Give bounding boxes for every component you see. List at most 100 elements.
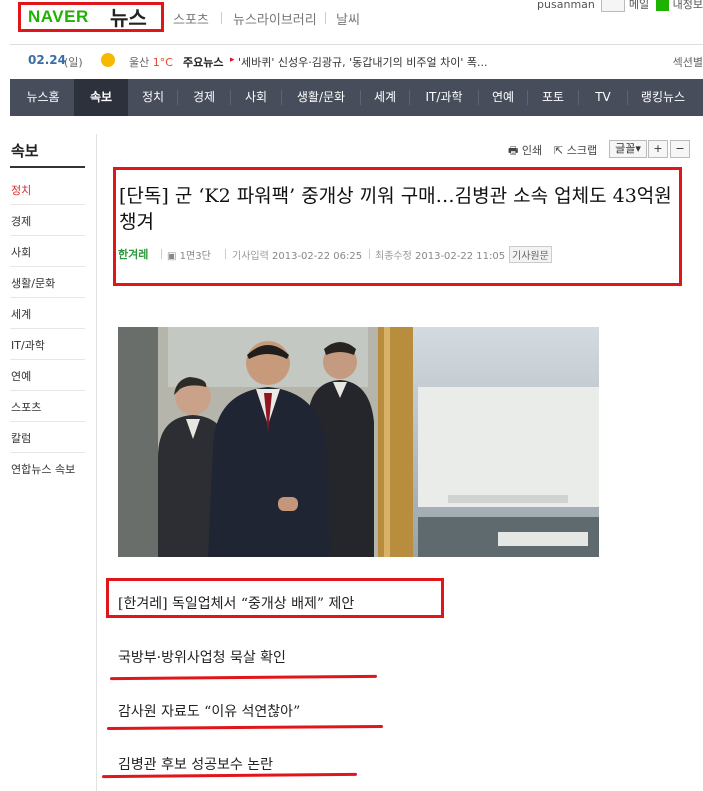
sidebar-title: 속보 [11,142,39,160]
meta-divider [369,249,370,259]
publisher-logo[interactable]: 한겨레 [118,246,148,262]
arrow-right-icon: ▸ [230,55,235,65]
font-select[interactable]: 글꼴▾ [609,140,647,158]
scrap-label: 스크랩 [566,144,598,157]
page-info: ▣ 1면3단 [167,247,211,262]
input-time-value: 2013-02-22 06:25 [272,251,363,262]
input-time: 기사입력 2013-02-22 06:25 [232,247,362,262]
topnav-weather[interactable]: 날씨 [336,9,360,28]
nav-news-home[interactable]: 뉴스홈 [12,79,74,116]
subhead-4: 김병관 후보 성공보수 논란 [118,757,274,773]
nav-divider [281,90,282,105]
sidebar-divider [10,297,85,298]
meta-divider [161,249,162,259]
original-article-button[interactable]: 기사원문 [509,246,552,263]
sidebar-item-society[interactable]: 사회 [11,244,86,260]
topnav-news-library[interactable]: 뉴스라이브러리 [233,9,317,28]
red-underline [109,674,378,681]
subhead-3: 감사원 자료도 “이유 석연찮아” [118,704,301,720]
scrap-icon: ⇱ [554,144,564,157]
day-of-week: (일) [64,56,83,69]
sidebar-item-politics[interactable]: 정치 [11,182,86,198]
nav-tv[interactable]: TV [580,79,626,116]
sidebar-divider [10,328,85,329]
red-underline [106,725,384,730]
photo-illustration [118,327,599,557]
date: 02.24 [28,53,66,67]
mail-link[interactable]: 메일 [629,0,649,11]
sidebar-divider [10,204,85,205]
page-label: 1면3단 [179,251,211,262]
newspaper-icon: ▣ [167,251,177,262]
sidebar-item-yonhap[interactable]: 연합뉴스 속보 [11,461,86,477]
nav-divider [409,90,410,105]
key-news-label: 주요뉴스 [183,56,224,69]
sidebar-item-it-science[interactable]: IT/과학 [11,337,86,353]
scrap-button[interactable]: ⇱ 스크랩 [554,142,597,158]
sun-icon [101,53,115,67]
sidebar-title-underline [10,166,85,168]
news-logo[interactable]: 뉴스 [110,2,147,31]
sidebar-item-life-culture[interactable]: 생활/문화 [11,275,86,291]
subhead-1: [한겨레] 독일업체서 “중개상 배제” 제안 [118,596,355,612]
nav-economy[interactable]: 경제 [180,79,228,116]
nav-divider [578,90,579,105]
nav-entertainment[interactable]: 연예 [480,79,526,116]
sidebar-item-sports[interactable]: 스포츠 [11,399,86,415]
weather[interactable]: 울산 1°C [129,54,173,70]
topnav-sports[interactable]: 스포츠 [173,9,209,28]
nav-world[interactable]: 세계 [362,79,408,116]
sidebar-item-world[interactable]: 세계 [11,306,86,322]
print-label: 인쇄 [521,144,543,157]
nav-divider [230,90,231,105]
account-area: pusanman 메일 내정보 [537,0,703,12]
nav-divider [527,90,528,105]
section-link[interactable]: 섹션별 [673,54,703,70]
header-divider [10,44,703,45]
sidebar-divider [10,390,85,391]
modified-time-value: 2013-02-22 11:05 [415,251,506,262]
user-id[interactable]: pusanman [537,0,595,11]
sidebar-divider [10,359,85,360]
weather-temp: 1°C [152,56,173,69]
sidebar-border [96,134,97,791]
nav-it-science[interactable]: IT/과학 [411,79,477,116]
chevron-down-icon: ▾ [635,142,641,155]
sidebar-divider [10,266,85,267]
sidebar-divider [10,421,85,422]
font-label: 글꼴 [615,142,636,155]
key-news-link[interactable]: '세바퀴' 신성우·김광규, '동갑내기의 비주얼 차이' 폭... [238,54,487,70]
font-decrease-button[interactable]: − [670,140,690,158]
article-headline: [단독] 군 ‘K2 파워팩’ 중개상 끼워 구매…김병관 소속 업체도 43억… [119,185,672,233]
nav-divider [627,90,628,105]
nav-ranking[interactable]: 랭킹뉴스 [629,79,697,116]
weather-city: 울산 [129,56,150,69]
printer-icon: 🖶 [508,144,519,157]
nav-life-culture[interactable]: 생활/문화 [283,79,359,116]
nav-divider [177,90,178,105]
font-increase-button[interactable]: + [648,140,668,158]
sidebar-item-economy[interactable]: 경제 [11,213,86,229]
subhead-2: 국방부·방위사업청 묵살 확인 [118,650,286,666]
nav-politics[interactable]: 정치 [130,79,176,116]
sidebar-divider [10,452,85,453]
modified-time: 최종수정 2013-02-22 11:05 [375,247,505,262]
nav-breaking[interactable]: 속보 [74,79,128,116]
topnav-divider [325,12,326,24]
topnav-divider [221,12,222,24]
sidebar-divider [10,235,85,236]
nav-divider [478,90,479,105]
logout-button[interactable] [601,0,626,12]
nav-photo[interactable]: 포토 [529,79,577,116]
print-button[interactable]: 🖶 인쇄 [508,142,542,161]
myinfo-link[interactable]: 내정보 [673,0,703,11]
nav-divider [360,90,361,105]
meta-divider [225,249,226,259]
nav-society[interactable]: 사회 [232,79,280,116]
mail-count-badge[interactable] [655,0,670,11]
article-photo[interactable] [118,327,599,557]
naver-logo[interactable]: NAVER [28,7,89,27]
sidebar-item-entertainment[interactable]: 연예 [11,368,86,384]
input-label: 기사입력 [232,251,269,262]
sidebar-item-column[interactable]: 칼럼 [11,430,86,446]
